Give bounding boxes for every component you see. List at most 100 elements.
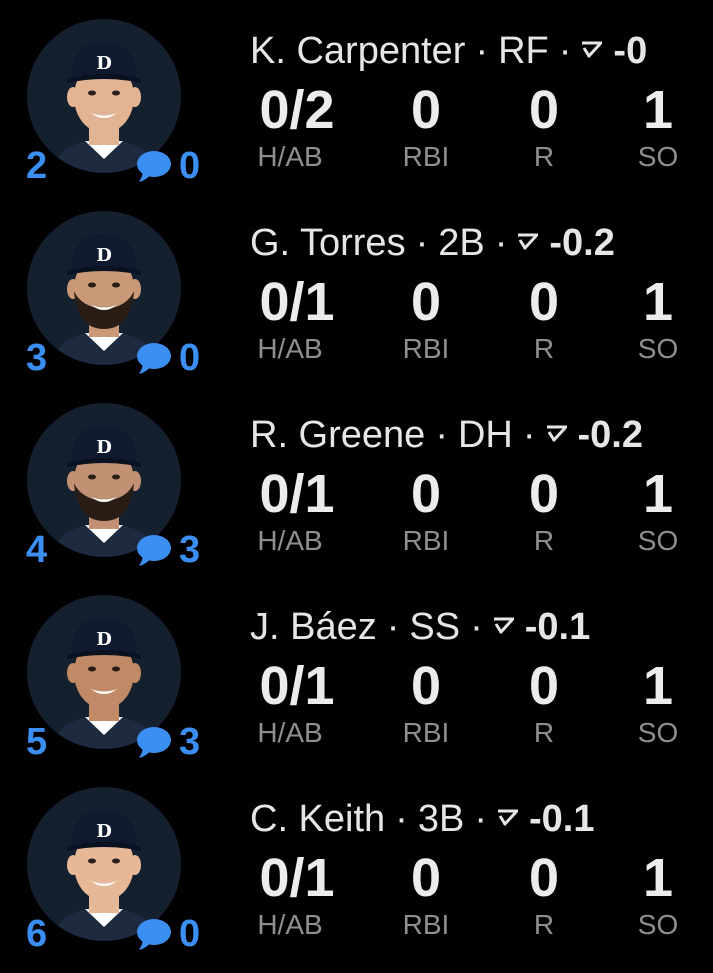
comment-count[interactable]: 0 <box>179 143 200 189</box>
separator-dot: · <box>475 30 489 72</box>
separator-dot: · <box>415 222 429 264</box>
stat-label-rbi: RBI <box>402 717 450 748</box>
stat-hits-at-bats: 0/2 <box>259 80 335 140</box>
stat-strikeouts: 1 <box>642 464 674 524</box>
player-name[interactable]: R. Greene <box>250 414 425 456</box>
stat-label-so: SO <box>637 717 679 748</box>
stat-label-r: R <box>533 141 555 172</box>
svg-text:D: D <box>96 245 112 266</box>
svg-text:D: D <box>96 629 112 650</box>
stat-rbi: 0 <box>410 848 442 908</box>
stat-rbi: 0 <box>410 464 442 524</box>
stat-label-r: R <box>533 909 555 940</box>
separator-dot: · <box>435 414 448 456</box>
player-row[interactable]: D 6 0 C. Keith · 3B · -0.1 0/1 0 0 1 H/AB RB… <box>0 768 713 960</box>
separator-dot: · <box>474 798 487 840</box>
stat-runs: 0 <box>528 80 560 140</box>
stat-label-hab: H/AB <box>257 141 323 172</box>
stat-label-so: SO <box>637 141 679 172</box>
stat-label-rbi: RBI <box>402 333 450 364</box>
stat-strikeouts: 1 <box>642 848 674 908</box>
trend-down-icon <box>518 233 539 250</box>
batting-order: 2 <box>26 145 48 187</box>
trend-down-icon <box>497 809 518 826</box>
stat-runs: 0 <box>528 656 560 716</box>
stat-strikeouts: 1 <box>642 656 674 716</box>
stat-hits-at-bats: 0/1 <box>259 464 335 524</box>
stat-runs: 0 <box>528 464 560 524</box>
stat-strikeouts: 1 <box>642 272 674 332</box>
comment-icon[interactable] <box>133 916 173 952</box>
win-probability-delta: -0 <box>613 30 648 72</box>
player-name[interactable]: K. Carpenter <box>250 30 465 72</box>
separator-dot: · <box>558 30 572 72</box>
stat-hits-at-bats: 0/1 <box>259 272 335 332</box>
player-position: SS <box>409 606 461 648</box>
player-headline[interactable]: R. Greene · DH · -0.2 <box>250 412 643 458</box>
player-name[interactable]: G. Torres <box>250 222 406 264</box>
stat-label-hab: H/AB <box>257 333 323 364</box>
comment-count[interactable]: 3 <box>179 719 200 765</box>
trend-down-icon <box>582 41 603 58</box>
comment-icon[interactable] <box>133 724 173 760</box>
comment-count[interactable]: 0 <box>179 335 200 381</box>
stat-hits-at-bats: 0/1 <box>259 848 335 908</box>
separator-dot: · <box>522 414 536 456</box>
player-position: DH <box>457 414 513 456</box>
batting-order: 6 <box>26 913 48 955</box>
player-position: 2B <box>438 222 485 264</box>
player-name[interactable]: C. Keith <box>250 798 385 840</box>
svg-text:D: D <box>96 821 112 842</box>
separator-dot: · <box>395 798 408 840</box>
stat-rbi: 0 <box>410 272 442 332</box>
stat-runs: 0 <box>528 272 560 332</box>
player-row[interactable]: D 2 0 K. Carpenter · RF · -0 0/2 0 0 1 H/AB … <box>0 0 713 192</box>
player-row[interactable]: D 4 3 R. Greene · DH · -0.2 0/1 0 0 1 H/AB R… <box>0 384 713 576</box>
win-probability-delta: -0.2 <box>549 222 615 264</box>
player-headline[interactable]: J. Báez · SS · -0.1 <box>250 604 590 650</box>
player-headline[interactable]: G. Torres · 2B · -0.2 <box>250 220 615 266</box>
player-headline[interactable]: C. Keith · 3B · -0.1 <box>250 796 594 842</box>
stat-label-hab: H/AB <box>257 717 323 748</box>
stat-label-so: SO <box>637 525 679 556</box>
stat-runs: 0 <box>528 848 560 908</box>
win-probability-delta: -0.1 <box>528 798 595 840</box>
batting-order: 5 <box>26 721 48 763</box>
stat-label-rbi: RBI <box>402 909 450 940</box>
comment-count[interactable]: 0 <box>179 911 200 957</box>
trend-down-icon <box>493 617 514 634</box>
stat-label-so: SO <box>637 333 679 364</box>
stat-label-r: R <box>533 525 555 556</box>
comment-count[interactable]: 3 <box>179 527 200 573</box>
player-row[interactable]: D 3 0 G. Torres · 2B · -0.2 0/1 0 0 1 H/AB R… <box>0 192 713 384</box>
separator-dot: · <box>386 606 400 648</box>
stat-label-hab: H/AB <box>257 525 323 556</box>
comment-icon[interactable] <box>133 148 173 184</box>
win-probability-delta: -0.1 <box>524 606 591 648</box>
player-name[interactable]: J. Báez <box>250 606 377 648</box>
stat-label-r: R <box>533 717 555 748</box>
win-probability-delta: -0.2 <box>577 414 643 456</box>
trend-down-icon <box>546 425 567 442</box>
stat-label-rbi: RBI <box>402 141 450 172</box>
svg-text:D: D <box>96 437 112 458</box>
separator-dot: · <box>470 606 483 648</box>
stat-strikeouts: 1 <box>642 80 674 140</box>
comment-icon[interactable] <box>133 340 173 376</box>
player-row[interactable]: D 5 3 J. Báez · SS · -0.1 0/1 0 0 1 H/AB RBI… <box>0 576 713 768</box>
player-position: 3B <box>417 798 465 840</box>
separator-dot: · <box>494 222 508 264</box>
batting-order: 4 <box>26 529 48 571</box>
player-position: RF <box>498 30 549 72</box>
stat-label-hab: H/AB <box>257 909 323 940</box>
stat-rbi: 0 <box>410 656 442 716</box>
stat-label-so: SO <box>637 909 679 940</box>
stat-label-r: R <box>533 333 555 364</box>
batting-order: 3 <box>26 337 48 379</box>
stat-rbi: 0 <box>410 80 442 140</box>
comment-icon[interactable] <box>133 532 173 568</box>
player-headline[interactable]: K. Carpenter · RF · -0 <box>250 28 647 74</box>
svg-text:D: D <box>96 53 112 74</box>
stat-hits-at-bats: 0/1 <box>259 656 335 716</box>
stat-label-rbi: RBI <box>402 525 450 556</box>
